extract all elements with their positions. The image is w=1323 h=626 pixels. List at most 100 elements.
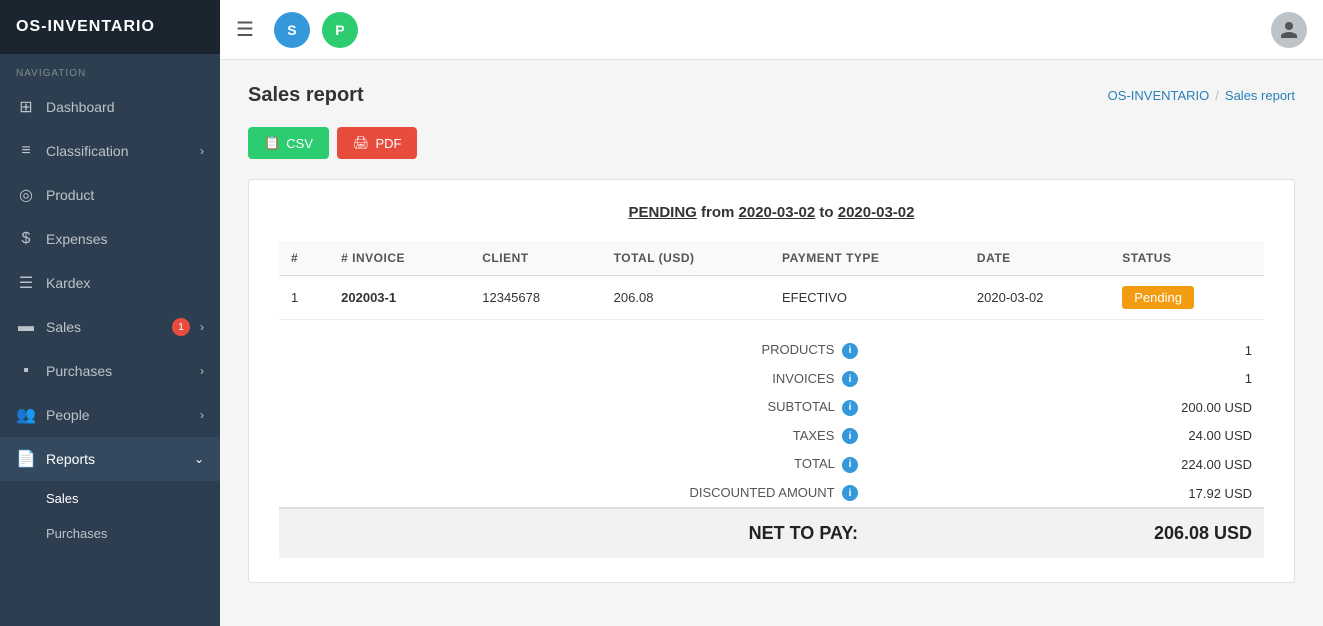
summary-row: DISCOUNTED AMOUNT i 17.92 USD (279, 479, 1264, 509)
pdf-button[interactable]: 🖨 PDF (337, 127, 418, 159)
sidebar-item-label: Dashboard (46, 99, 204, 115)
expenses-icon: $ (16, 229, 36, 249)
cell-num: 1 (279, 276, 329, 320)
summary-label: TOTAL i (279, 450, 870, 479)
sidebar-item-people[interactable]: 👥 People › (0, 393, 220, 437)
classification-icon: ≡ (16, 141, 36, 161)
sidebar-item-product[interactable]: ◎ Product (0, 173, 220, 217)
chevron-right-icon: › (200, 364, 204, 378)
cell-total: 206.08 (602, 276, 770, 320)
user-icon[interactable] (1271, 12, 1307, 48)
breadcrumb-home[interactable]: OS-INVENTARIO (1108, 88, 1210, 103)
sales-icon: ▬ (16, 317, 36, 337)
summary-value: 200.00 USD (870, 393, 1264, 422)
nav-label: NAVIGATION (0, 54, 220, 85)
date-start[interactable]: 2020-03-02 (739, 204, 816, 221)
sidebar-item-label: Reports (46, 451, 184, 467)
sidebar-item-kardex[interactable]: ☰ Kardex (0, 261, 220, 305)
sidebar-sub-item-sales[interactable]: Sales (0, 481, 220, 516)
summary-value: 17.92 USD (870, 479, 1264, 509)
to-label: to (819, 204, 837, 221)
info-icon[interactable]: i (842, 428, 858, 444)
summary-label: DISCOUNTED AMOUNT i (279, 479, 870, 509)
report-heading: PENDING from 2020-03-02 to 2020-03-02 (279, 204, 1264, 221)
pdf-icon: 🖨 (353, 135, 370, 151)
cell-client: 12345678 (470, 276, 601, 320)
breadcrumb-current: Sales report (1225, 88, 1295, 103)
cell-payment: EFECTIVO (770, 276, 965, 320)
sidebar-item-reports[interactable]: 📄 Reports ⌄ (0, 437, 220, 481)
net-to-pay-value: 206.08 USD (870, 508, 1264, 558)
info-icon[interactable]: i (842, 485, 858, 501)
sidebar-item-purchases[interactable]: ▪ Purchases › (0, 349, 220, 393)
avatar-p[interactable]: P (322, 12, 358, 48)
table-row: 1 202003-1 12345678 206.08 EFECTIVO 2020… (279, 276, 1264, 320)
sidebar-item-sales[interactable]: ▬ Sales 1 › (0, 305, 220, 349)
summary-row: SUBTOTAL i 200.00 USD (279, 393, 1264, 422)
content-area: Sales report OS-INVENTARIO / Sales repor… (220, 60, 1323, 626)
sidebar: OS-INVENTARIO NAVIGATION ⊞ Dashboard ≡ C… (0, 0, 220, 626)
summary-row: PRODUCTS i 1 (279, 336, 1264, 365)
sidebar-item-label: Purchases (46, 363, 190, 379)
net-to-pay-row: NET TO PAY: 206.08 USD (279, 508, 1264, 558)
sidebar-item-label: Expenses (46, 231, 204, 247)
sidebar-item-classification[interactable]: ≡ Classification › (0, 129, 220, 173)
chevron-right-icon: › (200, 408, 204, 422)
chevron-right-icon: › (200, 144, 204, 158)
summary-value: 1 (870, 365, 1264, 394)
sub-item-label: Sales (46, 491, 79, 506)
dashboard-icon: ⊞ (16, 97, 36, 117)
summary-value: 24.00 USD (870, 422, 1264, 451)
topbar: ☰ S P (220, 0, 1323, 60)
info-icon[interactable]: i (842, 400, 858, 416)
summary-row: TOTAL i 224.00 USD (279, 450, 1264, 479)
kardex-icon: ☰ (16, 273, 36, 293)
summary-label: PRODUCTS i (279, 336, 870, 365)
info-icon[interactable]: i (842, 343, 858, 359)
table-header-row: # # INVOICE CLIENT TOTAL (USD) PAYMENT T… (279, 241, 1264, 276)
summary-value: 224.00 USD (870, 450, 1264, 479)
product-icon: ◎ (16, 185, 36, 205)
chevron-down-icon: ⌄ (194, 452, 204, 466)
info-icon[interactable]: i (842, 371, 858, 387)
summary-table: PRODUCTS i 1 INVOICES i 1 SUBTOTAL i 200… (279, 336, 1264, 558)
avatar-s[interactable]: S (274, 12, 310, 48)
col-total: TOTAL (USD) (602, 241, 770, 276)
reports-icon: 📄 (16, 449, 36, 469)
summary-row: TAXES i 24.00 USD (279, 422, 1264, 451)
summary-row: INVOICES i 1 (279, 365, 1264, 394)
sidebar-item-expenses[interactable]: $ Expenses (0, 217, 220, 261)
chevron-right-icon: › (200, 320, 204, 334)
csv-button[interactable]: 📋 CSV (248, 127, 329, 159)
col-status: STATUS (1110, 241, 1264, 276)
from-label: from (701, 204, 739, 221)
sidebar-sub-item-purchases[interactable]: Purchases (0, 516, 220, 551)
csv-icon: 📋 (264, 135, 280, 151)
summary-label: TAXES i (279, 422, 870, 451)
cell-status: Pending (1110, 276, 1264, 320)
col-payment: PAYMENT TYPE (770, 241, 965, 276)
cell-date: 2020-03-02 (965, 276, 1110, 320)
col-invoice: # INVOICE (329, 241, 470, 276)
info-icon[interactable]: i (842, 457, 858, 473)
sidebar-item-label: Product (46, 187, 204, 203)
people-icon: 👥 (16, 405, 36, 425)
col-client: CLIENT (470, 241, 601, 276)
purchases-icon: ▪ (16, 361, 36, 381)
pending-label: PENDING (629, 204, 697, 221)
main-content: ☰ S P Sales report OS-INVENTARIO / Sales… (220, 0, 1323, 626)
sidebar-item-label: People (46, 407, 190, 423)
toolbar: 📋 CSV 🖨 PDF (248, 127, 1295, 159)
report-table: # # INVOICE CLIENT TOTAL (USD) PAYMENT T… (279, 241, 1264, 320)
page-title: Sales report (248, 84, 364, 107)
status-badge: Pending (1122, 286, 1194, 309)
sidebar-item-dashboard[interactable]: ⊞ Dashboard (0, 85, 220, 129)
col-date: DATE (965, 241, 1110, 276)
date-end[interactable]: 2020-03-02 (838, 204, 915, 221)
sidebar-item-label: Kardex (46, 275, 204, 291)
summary-label: SUBTOTAL i (279, 393, 870, 422)
pdf-label: PDF (375, 136, 401, 151)
sales-badge: 1 (172, 318, 190, 336)
summary-value: 1 (870, 336, 1264, 365)
menu-icon[interactable]: ☰ (236, 17, 254, 42)
